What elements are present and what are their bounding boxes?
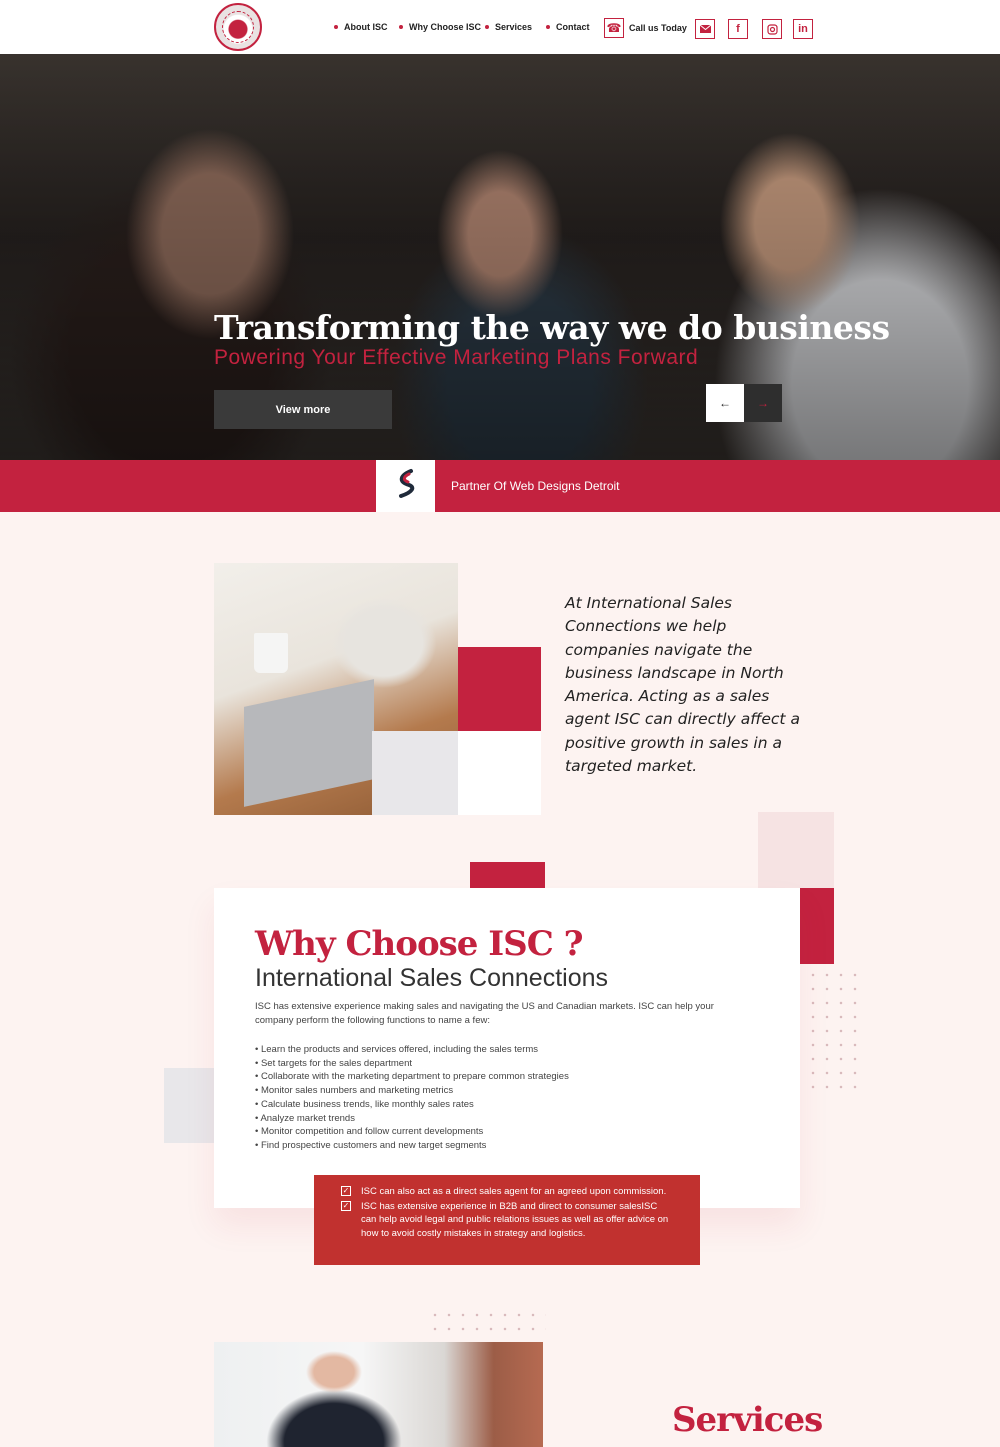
hero-subtitle: Powering Your Effective Marketing Plans …	[214, 346, 699, 369]
highlight-box: ✓ ISC can also act as a direct sales age…	[314, 1175, 700, 1265]
partner-strip: Partner Of Web Designs Detroit	[0, 460, 1000, 512]
services-title: Services	[672, 1400, 823, 1440]
why-choose-description: ISC has extensive experience making sale…	[255, 1001, 714, 1026]
partner-text[interactable]: Partner Of Web Designs Detroit	[451, 479, 620, 493]
laptop-shape	[244, 679, 374, 807]
web-designs-detroit-logo[interactable]	[376, 460, 435, 512]
highlight-text: ISC can also act as a direct sales agent…	[361, 1186, 667, 1197]
phone-icon[interactable]: ☎	[604, 18, 624, 38]
nav-item-about[interactable]: About ISC	[334, 22, 388, 32]
list-item: • Collaborate with the marketing departm…	[255, 1071, 569, 1083]
nav-item-contact[interactable]: Contact	[546, 22, 590, 32]
list-item: • Monitor sales numbers and marketing me…	[255, 1085, 454, 1097]
isc-logo[interactable]	[214, 3, 262, 51]
linkedin-icon[interactable]: in	[793, 19, 813, 39]
site-header: About ISC Why Choose ISC Services Contac…	[0, 0, 1000, 54]
why-choose-card: Why Choose ISC ? International Sales Con…	[214, 888, 800, 1208]
decor-square-grey	[372, 731, 458, 815]
list-item: • Set targets for the sales department	[255, 1057, 412, 1069]
why-choose-subtitle: International Sales Connections	[255, 964, 609, 992]
checkbox-icon: ✓	[341, 1186, 351, 1196]
list-item: • Learn the products and services offere…	[255, 1044, 539, 1055]
nav-item-services[interactable]: Services	[484, 22, 532, 32]
intro-paragraph: At International Sales Connections we he…	[565, 594, 800, 776]
decor-square-white	[458, 731, 541, 815]
facebook-icon[interactable]: f	[728, 19, 748, 39]
checkbox-icon: ✓	[341, 1200, 351, 1211]
call-us-label[interactable]: Call us Today	[629, 23, 687, 33]
instagram-icon[interactable]	[762, 19, 782, 39]
functions-list: • Learn the products and services offere…	[255, 1043, 725, 1153]
list-item: • Analyze market trends	[255, 1112, 355, 1124]
view-more-button[interactable]: View more	[214, 390, 392, 429]
list-item: • Find prospective customers and new tar…	[255, 1139, 487, 1151]
mail-icon[interactable]	[695, 19, 715, 39]
decor-dot-grid-bottom	[428, 1308, 546, 1340]
logo-ring	[222, 11, 254, 43]
nav-item-why-choose[interactable]: Why Choose ISC	[398, 22, 481, 32]
decor-square-pink	[758, 812, 834, 888]
prev-arrow-icon[interactable]: ←	[706, 384, 744, 422]
list-item: • Monitor competition and follow current…	[255, 1126, 484, 1138]
services-photo	[214, 1342, 543, 1447]
decor-bar-red	[470, 862, 545, 888]
decor-square-red	[458, 647, 541, 731]
coffee-cup-shape	[254, 633, 288, 673]
hero-banner: Transforming the way we do business Powe…	[0, 54, 1000, 460]
next-arrow-icon[interactable]: →	[744, 384, 782, 422]
why-choose-title: Why Choose ISC ?	[255, 924, 584, 964]
list-item: • Calculate business trends, like monthl…	[255, 1098, 474, 1110]
hero-title: Transforming the way we do business	[214, 308, 890, 347]
highlight-text: ISC has extensive experience in B2B and …	[361, 1200, 669, 1239]
hero-overlay	[0, 54, 1000, 460]
decor-dot-grid	[806, 968, 862, 1094]
decor-square-grey-left	[164, 1068, 214, 1143]
highlight-item: ✓ ISC can also act as a direct sales age…	[341, 1185, 671, 1199]
highlight-item: ✓ ISC has extensive experience in B2B an…	[341, 1200, 671, 1241]
